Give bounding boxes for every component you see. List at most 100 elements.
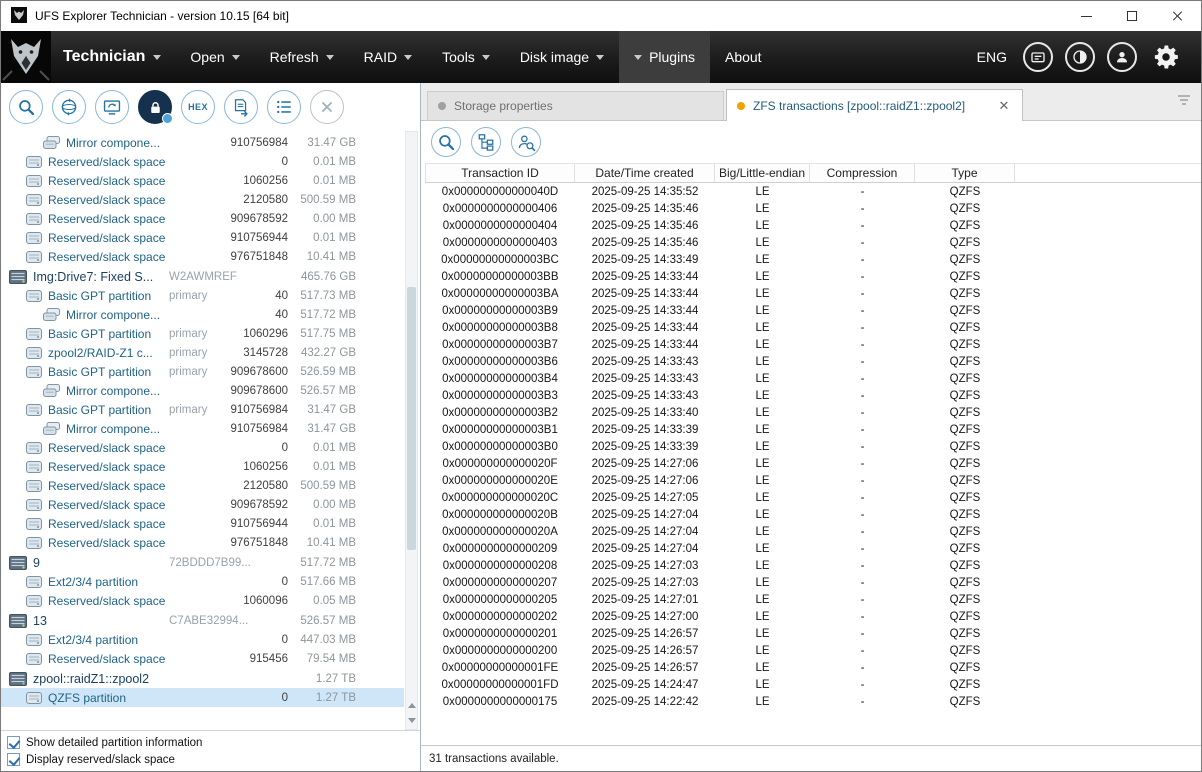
tree-item-zpool-raidz1-zpool2[interactable]: zpool::raidZ1::zpool21.27 TB [1,669,404,688]
table-row[interactable]: 0x00000000000003B92025-09-25 14:33:44LE-… [425,302,1201,319]
table-row[interactable]: 0x00000000000001752025-09-25 14:22:42LE-… [425,693,1201,710]
tab-list-icon[interactable] [1177,94,1191,109]
checkbox-icon[interactable] [7,753,20,766]
column-header-compression[interactable]: Compression [810,164,915,182]
tree-item-mirror-compone[interactable]: Mirror compone...909678600526.57 MB [1,381,404,400]
table-row[interactable]: 0x00000000000003BB2025-09-25 14:33:44LE-… [425,268,1201,285]
table-row[interactable]: 0x00000000000003BA2025-09-25 14:33:44LE-… [425,285,1201,302]
table-row[interactable]: 0x00000000000003B22025-09-25 14:33:40LE-… [425,404,1201,421]
tree-item-mirror-compone[interactable]: Mirror compone...40517.72 MB [1,305,404,324]
tree-item-reserved-slack-space[interactable]: Reserved/slack space9107569440.01 MB [1,228,404,247]
tab-zfs-transactions-zpool-raidz1-zpool2[interactable]: ZFS transactions [zpool::raidZ1::zpool2]… [726,89,1023,121]
scrollbar-thumb[interactable] [407,287,416,550]
user-icon[interactable] [1107,42,1137,72]
tree-item-mirror-compone[interactable]: Mirror compone...91075698431.47 GB [1,133,404,152]
tab-storage-properties[interactable]: Storage properties [427,91,724,120]
table-row[interactable]: 0x00000000000001FE2025-09-25 14:26:57LE-… [425,659,1201,676]
menu-item-raid[interactable]: RAID [349,31,427,83]
tree-item-basic-gpt-partition[interactable]: Basic GPT partitionprimary40517.73 MB [1,286,404,305]
table-row[interactable]: 0x00000000000002012025-09-25 14:26:57LE-… [425,625,1201,642]
settings-icon[interactable] [1149,40,1183,74]
checkbox-icon[interactable] [7,736,20,749]
tree-item-reserved-slack-space[interactable]: Reserved/slack space97675184810.41 MB [1,247,404,266]
menu-item-about[interactable]: About [710,31,777,83]
table-row[interactable]: 0x00000000000002072025-09-25 14:27:03LE-… [425,574,1201,591]
menu-item-plugins[interactable]: Plugins [619,31,710,83]
tree-scrollbar[interactable] [405,131,418,730]
scan-button[interactable] [52,90,86,124]
checkbox-show-detailed-partition-information[interactable]: Show detailed partition information [7,736,414,749]
table-row[interactable]: 0x00000000000003B12025-09-25 14:33:39LE-… [425,421,1201,438]
table-row[interactable]: 0x00000000000002052025-09-25 14:27:01LE-… [425,591,1201,608]
table-row[interactable]: 0x00000000000004042025-09-25 14:35:46LE-… [425,217,1201,234]
tree-item-img-drive7-fixed-s[interactable]: Img:Drive7: Fixed S...W2AWMREF465.76 GB [1,267,404,286]
scroll-down-button[interactable] [406,713,417,728]
table-row[interactable]: 0x00000000000002092025-09-25 14:27:04LE-… [425,540,1201,557]
table-row[interactable]: 0x00000000000002002025-09-25 14:26:57LE-… [425,642,1201,659]
tree-item-reserved-slack-space[interactable]: Reserved/slack space97675184810.41 MB [1,533,404,552]
hex-button[interactable]: HEX [181,90,215,124]
menu-item-open[interactable]: Open [175,31,254,83]
tree-item-13[interactable]: 13C7ABE32994...526.57 MB [1,611,404,630]
table-row[interactable]: 0x00000000000002082025-09-25 14:27:03LE-… [425,557,1201,574]
tree-item-9[interactable]: 972BDDD7B99...517.72 MB [1,553,404,572]
tab-close-icon[interactable]: ✕ [996,98,1012,114]
tree-item-basic-gpt-partition[interactable]: Basic GPT partitionprimary909678600526.5… [1,362,404,381]
checkbox-display-reserved-slack-space[interactable]: Display reserved/slack space [7,753,414,766]
tree-item-reserved-slack-space[interactable]: Reserved/slack space2120580500.59 MB [1,190,404,209]
lock-button[interactable] [138,90,172,124]
column-header-type[interactable]: Type [915,164,1015,182]
table-row[interactable]: 0x00000000000001FD2025-09-25 14:24:47LE-… [425,676,1201,693]
maximize-button[interactable] [1109,1,1155,31]
tree-item-reserved-slack-space[interactable]: Reserved/slack space10600960.05 MB [1,591,404,610]
menu-item-tools[interactable]: Tools [427,31,505,83]
tree-item-ext2-3-4-partition[interactable]: Ext2/3/4 partition0447.03 MB [1,630,404,649]
tree-item-basic-gpt-partition[interactable]: Basic GPT partitionprimary91075698431.47… [1,400,404,419]
table-row[interactable]: 0x00000000000003B02025-09-25 14:33:39LE-… [425,438,1201,455]
table-row[interactable]: 0x000000000000040D2025-09-25 14:35:52LE-… [425,183,1201,200]
search-button[interactable] [9,90,43,124]
tree-item-reserved-slack-space[interactable]: Reserved/slack space2120580500.59 MB [1,476,404,495]
close-button[interactable] [310,90,344,124]
tree-item-qzfs-partition[interactable]: QZFS partition01.27 TB [1,688,404,707]
tree-item-reserved-slack-space[interactable]: Reserved/slack space10602560.01 MB [1,457,404,476]
tree-item-reserved-slack-space[interactable]: Reserved/slack space00.01 MB [1,438,404,457]
column-header-big-little-endian[interactable]: Big/Little-endian [715,164,810,182]
table-row[interactable]: 0x00000000000004062025-09-25 14:35:46LE-… [425,200,1201,217]
table-row[interactable]: 0x00000000000003B42025-09-25 14:33:43LE-… [425,370,1201,387]
tree-item-mirror-compone[interactable]: Mirror compone...91075698431.47 GB [1,419,404,438]
tree-item-reserved-slack-space[interactable]: Reserved/slack space9096785920.00 MB [1,495,404,514]
menu-item-refresh[interactable]: Refresh [255,31,349,83]
column-header-transaction-id[interactable]: Transaction ID [425,164,575,182]
tree-item-reserved-slack-space[interactable]: Reserved/slack space10602560.01 MB [1,171,404,190]
tree-item-zpool2-raid-z1-c[interactable]: zpool2/RAID-Z1 c...primary3145728432.27 … [1,343,404,362]
table-row[interactable]: 0x00000000000003B72025-09-25 14:33:44LE-… [425,336,1201,353]
tree-item-basic-gpt-partition[interactable]: Basic GPT partitionprimary1060296517.75 … [1,324,404,343]
tree-item-reserved-slack-space[interactable]: Reserved/slack space9096785920.00 MB [1,209,404,228]
table-row[interactable]: 0x000000000000020C2025-09-25 14:27:05LE-… [425,489,1201,506]
table-row[interactable]: 0x00000000000003BC2025-09-25 14:33:49LE-… [425,251,1201,268]
refresh-view-button[interactable] [95,90,129,124]
tree-item-ext2-3-4-partition[interactable]: Ext2/3/4 partition0517.66 MB [1,572,404,591]
table-row[interactable]: 0x000000000000020A2025-09-25 14:27:04LE-… [425,523,1201,540]
table-row[interactable]: 0x00000000000003B82025-09-25 14:33:44LE-… [425,319,1201,336]
table-row[interactable]: 0x00000000000003B32025-09-25 14:33:43LE-… [425,387,1201,404]
table-row[interactable]: 0x00000000000003B62025-09-25 14:33:43LE-… [425,353,1201,370]
contrast-icon[interactable] [1065,42,1095,72]
scroll-up-button[interactable] [406,698,417,713]
menu-item-disk-image[interactable]: Disk image [505,31,619,83]
table-row[interactable]: 0x00000000000004032025-09-25 14:35:46LE-… [425,234,1201,251]
brand-menu[interactable]: Technician [51,31,175,83]
tree-item-reserved-slack-space[interactable]: Reserved/slack space91545679.54 MB [1,649,404,668]
hierarchy-button[interactable] [471,127,501,157]
export-button[interactable] [224,90,258,124]
search-button[interactable] [431,127,461,157]
table-row[interactable]: 0x000000000000020B2025-09-25 14:27:04LE-… [425,506,1201,523]
table-row[interactable]: 0x00000000000002022025-09-25 14:27:00LE-… [425,608,1201,625]
table-row[interactable]: 0x000000000000020F2025-09-25 14:27:06LE-… [425,455,1201,472]
user-search-button[interactable] [511,127,541,157]
tree-item-reserved-slack-space[interactable]: Reserved/slack space9107569440.01 MB [1,514,404,533]
close-button[interactable] [1155,1,1201,31]
table-row[interactable]: 0x000000000000020E2025-09-25 14:27:06LE-… [425,472,1201,489]
column-header-date-time-created[interactable]: Date/Time created [575,164,715,182]
